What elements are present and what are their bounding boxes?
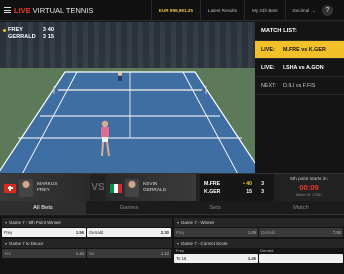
bet-tabs: All Bets Games Sets Match [0,201,344,215]
mini-scoreboard: M.FRE • 40 3 K.GER 15 3 [200,174,274,201]
italy-flag-icon [110,183,122,193]
help-icon[interactable]: ? [322,5,333,16]
my-24h-bets-link[interactable]: My 24h Bets [244,0,285,21]
market-selections: Yes 1.44 No 1.12 [2,249,172,258]
mini-score-row: M.FRE • 40 3 [204,180,270,188]
odds-format-select[interactable]: Decimal ⌄ ? [284,0,340,21]
match-list-item[interactable]: LIVE: I.SHA vs A.GON [255,59,344,77]
player-points: 3 [42,34,46,40]
match-list-item[interactable]: LIVE: M.FRE vs K.GER [255,41,344,59]
mini-score-row: K.GER 15 3 [204,188,270,196]
brand-live-label: LIVE [14,5,31,15]
header-nav: EUR 999,981.25 Latest Results My 24h Bet… [150,0,340,21]
match-name: I.SHA vs A.GON [283,64,324,71]
match-video: FREY 3 40 GERRALD 3 15 [0,22,255,173]
market-header[interactable]: ▾ Game 7 - Correct Score [174,239,344,248]
markets-left-column: ▾ Game 7 - 5th Point Winner Frey 1.56 Gerr… [2,216,172,258]
market-header[interactable]: ▾ Game 7 - 5th Point Winner [2,218,172,227]
serve-indicator-icon [3,29,6,32]
bet-selection[interactable]: Gerrald 2.30 [87,228,171,237]
player-points: 15 [246,188,252,195]
match-status-tag: NEXT: [261,82,277,89]
bet-selection[interactable]: To 15 1.46 [174,254,258,263]
odds-format-value: Decimal [292,8,310,13]
tab-games[interactable]: Games [86,201,172,214]
chevron-down-icon: ▾ [177,241,180,246]
player-name: FREY [8,27,23,33]
brand-logo[interactable]: LIVE VIRTUAL TENNIS [0,6,110,15]
latest-results-link[interactable]: Latest Results [199,0,244,21]
countdown-timer: 00:09 [299,183,319,192]
balance: EUR 999,981.25 [150,0,200,21]
vs-label: VS [91,182,105,193]
bet-selection[interactable]: No 1.12 [87,249,171,258]
video-score-overlay: FREY 3 40 GERRALD 3 15 [3,27,54,41]
bet-selection[interactable]: Gerrald 7.50 [259,228,343,237]
match-status-tag: LIVE: [261,64,275,71]
market-selections: To 15 1.46 [174,254,344,263]
left-player-name: MARKUS FREY [37,182,58,193]
player-avatar [19,179,33,197]
scoreboard: MARKUS FREY VS KEVIN GERRALD M.FRE • 40 … [0,173,344,202]
match-list: MATCH LIST: LIVE: M.FRE vs K.GER LIVE: I… [255,22,344,173]
bet-selection[interactable] [259,254,343,263]
player-name: GERRALD [8,34,36,40]
right-player-name: KEVIN GERRALD [143,182,167,193]
markets-right-column: ▾ Game 7 - Winner Frey 1.09 Gerrald 7.50 ▾ G… [174,216,344,263]
player-points: • 40 [242,180,252,187]
brand-name: VIRTUAL TENNIS [32,5,94,15]
match-list-title: MATCH LIST: [255,22,344,41]
bet-selection[interactable]: Frey 1.56 [2,228,86,237]
bet-selection[interactable]: Yes 1.44 [2,249,86,258]
tab-all-bets[interactable]: All Bets [0,201,86,214]
tab-sets[interactable]: Sets [172,201,258,214]
bet-selection[interactable]: Frey 1.09 [174,228,258,237]
tennis-court [0,68,255,173]
match-list-item[interactable]: NEXT: D.ILI vs F.FIS [255,77,344,95]
chevron-down-icon: ▾ [5,220,8,225]
player-games: 3 [261,180,264,187]
player-points: 3 [42,27,46,33]
market-selections: Frey 1.09 Gerrald 7.50 [174,228,344,237]
player-name: M.FRE [204,180,221,187]
market-header[interactable]: ▾ Game 7 to Deuce [2,239,172,248]
match-status-tag: LIVE: [261,46,275,53]
player-games: 40 [47,27,54,33]
player-games: 3 [261,188,264,195]
match-id: Match ID: 17281 [295,193,323,197]
switzerland-flag-icon [4,183,16,193]
market-selections: Frey 1.56 Gerrald 2.30 [2,228,172,237]
right-player-card: KEVIN GERRALD [106,174,196,202]
court-lines [0,71,255,173]
next-point-countdown: 5th point starts in: 00:09 Match ID: 172… [274,174,344,201]
betting-markets: ▾ Game 7 - 5th Point Winner Frey 1.56 Gerr… [0,216,344,274]
market-header[interactable]: ▾ Game 7 - Winner [174,218,344,227]
chevron-down-icon: ⌄ [312,7,316,13]
menu-icon[interactable] [4,7,11,13]
video-score-row: FREY 3 40 [3,27,54,34]
player-name: K.GER [204,188,221,195]
player-avatar [125,179,139,197]
tab-match[interactable]: Match [258,201,344,214]
player-games: 15 [47,34,54,40]
match-name: M.FRE vs K.GER [283,46,326,53]
chevron-down-icon: ▾ [177,220,180,225]
top-bar: LIVE VIRTUAL TENNIS EUR 999,981.25 Lates… [0,0,344,21]
chevron-down-icon: ▾ [5,241,8,246]
left-player-card: MARKUS FREY [0,174,90,202]
video-score-row: GERRALD 3 15 [3,34,54,41]
match-name: D.ILI vs F.FIS [283,82,316,89]
